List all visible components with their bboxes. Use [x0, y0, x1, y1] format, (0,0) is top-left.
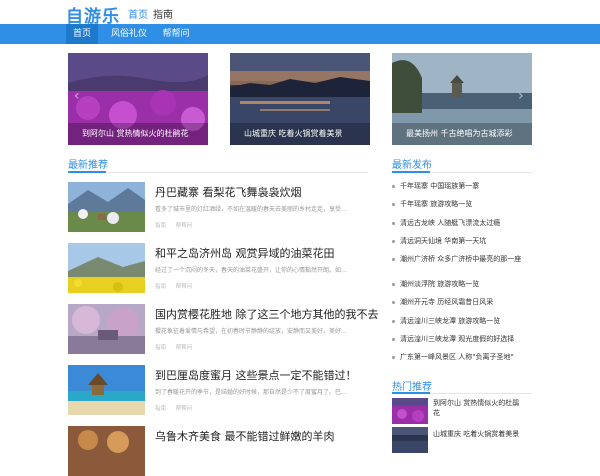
article-tag[interactable]: 帮帮问 — [176, 406, 193, 412]
bullet-icon — [392, 319, 395, 323]
article-desc: 樱花象征着爱情与希望，在初春时节静静的绽放，安静而又美好。美好… — [155, 328, 348, 335]
site-header: 自游乐 首页 指南 — [0, 0, 600, 27]
release-item[interactable]: 清远洞天仙境 华南第一天坑 — [392, 236, 532, 246]
release-item[interactable]: 千年瑶寨 中国瑶族第一寨 — [392, 181, 532, 191]
article-item[interactable]: 乌鲁木齐美食 最不能错过鲜嫩的羊肉 — [68, 426, 368, 476]
article-tag[interactable]: 指南 — [155, 284, 166, 290]
bullet-icon — [392, 202, 395, 206]
article-title[interactable]: 国内赏樱花胜地 除了这三个地方其他的我不去 — [155, 306, 379, 322]
hot-item[interactable]: 山城重庆 吃着火锅赏着美景 — [392, 427, 532, 453]
hot-title-underline — [392, 392, 430, 394]
slide-caption: 山城重庆 吃着火锅赏着美景 — [230, 123, 370, 145]
article-item[interactable]: 到巴厘岛度蜜月 这些景点一定不能错过！ 到了春暖花开的季节，是结婚的好时候，那自… — [68, 365, 368, 415]
article-thumbnail[interactable] — [68, 426, 145, 476]
release-item[interactable]: 清远湟川三峡龙潭 旅游攻略一览 — [392, 316, 532, 326]
article-tags: 指南 帮帮问 — [155, 221, 200, 229]
release-item[interactable]: 潮州开元寺 历经风霜昔日风采 — [392, 297, 532, 307]
nav-item-customs[interactable]: 风俗礼仪 — [106, 24, 152, 44]
hot-title[interactable]: 山城重庆 吃着火锅赏着美景 — [433, 429, 523, 439]
nav-item-help[interactable]: 帮帮问 — [156, 24, 196, 44]
article-title[interactable]: 丹巴藏寨 看梨花飞舞袅袅炊烟 — [155, 184, 302, 200]
article-tag[interactable]: 指南 — [155, 345, 166, 351]
article-title[interactable]: 到巴厘岛度蜜月 这些景点一定不能错过！ — [155, 367, 357, 383]
article-item[interactable]: 丹巴藏寨 看梨花飞舞袅袅炊烟 看多了城市里的灯红酒绿，不如在温暖的春天去美丽的乡… — [68, 182, 368, 232]
slide-chongqing[interactable]: 山城重庆 吃着火锅赏着美景 — [230, 53, 370, 145]
slider-prev-icon[interactable]: ‹ — [74, 88, 80, 104]
article-thumbnail[interactable] — [68, 304, 145, 354]
hot-thumbnail[interactable] — [392, 427, 428, 453]
article-thumbnail[interactable] — [68, 365, 145, 415]
release-item[interactable]: 千年瑶寨 旅游攻略一览 — [392, 199, 532, 209]
article-thumbnail[interactable] — [68, 243, 145, 293]
bullet-icon — [392, 221, 395, 225]
bullet-icon — [392, 184, 395, 188]
slider-next-icon[interactable]: › — [518, 88, 524, 104]
bullet-icon — [392, 337, 395, 341]
top-home-link[interactable]: 首页 — [128, 6, 148, 21]
article-tag[interactable]: 指南 — [155, 406, 166, 412]
release-item[interactable]: 清远湟川三峡龙潭 观光度假的好选择 — [392, 334, 532, 344]
article-tag[interactable]: 帮帮问 — [176, 223, 193, 229]
article-item[interactable]: 和平之岛济州岛 观赏异域的油菜花田 经过了一个沉闷的冬天，春天的油菜花盛开，让你… — [68, 243, 368, 293]
slide-azalea[interactable]: ‹ 到阿尔山 赏热情似火的杜鹃花 — [68, 53, 208, 145]
article-thumbnail[interactable] — [68, 182, 145, 232]
slide-yangzhou[interactable]: › 最美扬州 千古绝唱为古城添彩 — [392, 53, 532, 145]
article-item[interactable]: 国内赏樱花胜地 除了这三个地方其他的我不去 樱花象征着爱情与希望，在初春时节静静… — [68, 304, 379, 354]
slide-caption: 最美扬州 千古绝唱为古城添彩 — [392, 123, 532, 145]
article-tags: 指南 帮帮问 — [155, 343, 200, 351]
hot-thumbnail[interactable] — [392, 398, 428, 424]
article-tag[interactable]: 帮帮问 — [176, 345, 193, 351]
bullet-icon — [392, 355, 395, 359]
latest-title-underline — [68, 171, 106, 173]
top-guide-link[interactable]: 指南 — [153, 6, 173, 21]
bullet-icon — [392, 239, 395, 243]
hot-item[interactable]: 到阿尔山 赏热情似火的杜鹃花 — [392, 398, 532, 424]
releases-section-title: 最新发布 — [392, 160, 432, 171]
article-tags: 指南 帮帮问 — [155, 282, 200, 290]
bullet-icon — [392, 300, 395, 304]
latest-section-title: 最新推荐 — [68, 160, 108, 171]
releases-title-underline — [392, 171, 430, 173]
release-item[interactable]: 广东第一峰风景区 人称"负离子圣地" — [392, 352, 532, 362]
slide-caption: 到阿尔山 赏热情似火的杜鹃花 — [68, 123, 208, 145]
hot-title[interactable]: 到阿尔山 赏热情似火的杜鹃花 — [433, 398, 523, 418]
release-item[interactable]: 潮州淡浮院 旅游攻略一览 — [392, 279, 532, 289]
bullet-icon — [392, 257, 395, 261]
article-tag[interactable]: 帮帮问 — [176, 284, 193, 290]
release-item[interactable]: 清远古龙峡 人随艇飞漂流太过瘾 — [392, 218, 532, 228]
article-desc: 经过了一个沉闷的冬天，春天的油菜花盛开，让你的心情豁然开朗。如… — [155, 267, 348, 274]
nav-item-home[interactable]: 首页 — [66, 24, 98, 44]
article-title[interactable]: 乌鲁木齐美食 最不能错过鲜嫩的羊肉 — [155, 428, 335, 444]
release-item[interactable]: 潮州广济桥 众多广济桥中最亮的那一座 — [392, 254, 532, 264]
article-desc: 看多了城市里的灯红酒绿，不如在温暖的春天去美丽的乡村走走，享受… — [155, 206, 348, 213]
article-tags: 指南 帮帮问 — [155, 404, 200, 412]
article-tag[interactable]: 指南 — [155, 223, 166, 229]
main-nav: 首页 风俗礼仪 帮帮问 — [0, 24, 600, 44]
hot-section-title: 热门推荐 — [392, 382, 432, 393]
latest-divider — [68, 172, 368, 173]
bullet-icon — [392, 282, 395, 286]
article-desc: 到了春暖花开的季节，是结婚的好时候，那自然是少不了度蜜月了。巴… — [155, 389, 348, 396]
article-title[interactable]: 和平之岛济州岛 观赏异域的油菜花田 — [155, 245, 335, 261]
